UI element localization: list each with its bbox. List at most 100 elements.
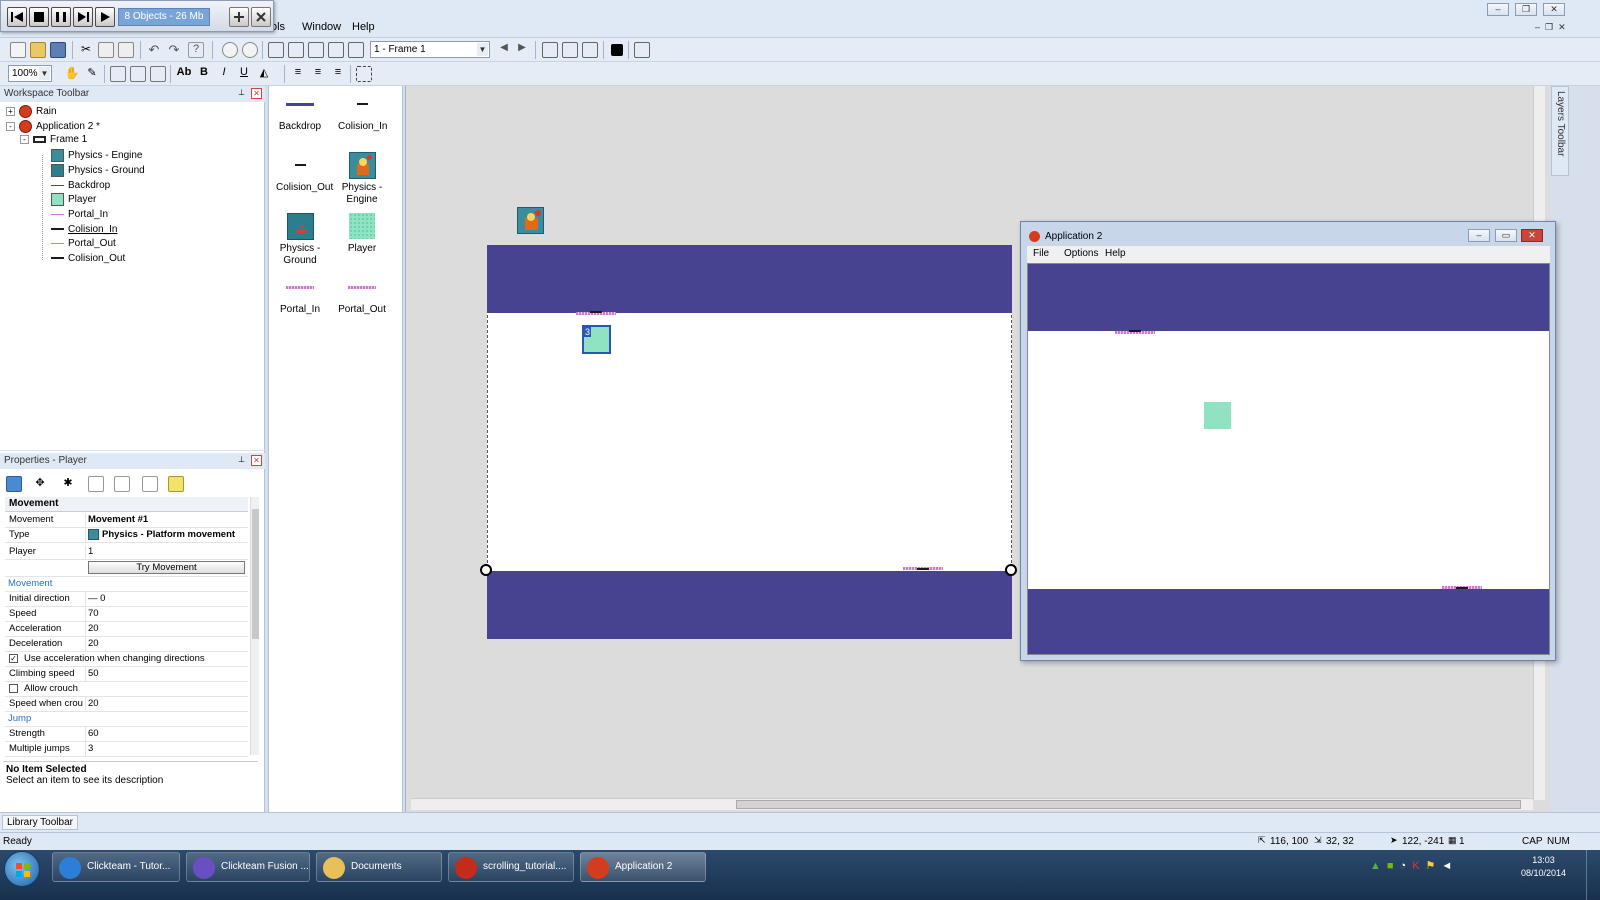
stop-button[interactable] [29,7,49,27]
checkbox[interactable] [9,683,18,693]
taskbar-item[interactable]: scrolling_tutorial.... [448,852,574,882]
restore-button[interactable]: ❐ [1515,3,1537,16]
backdrop-bottom[interactable] [487,571,1012,639]
expand-icon[interactable]: + [6,107,15,116]
pin-icon[interactable]: ⊥ [236,455,247,466]
nvidia-icon[interactable]: ■ [1387,860,1400,872]
new-icon[interactable] [10,42,26,58]
underline-icon[interactable]: U [236,66,252,82]
align-center-icon[interactable]: ≡ [310,66,326,82]
snap-icon[interactable] [130,66,146,82]
tab-movement-icon[interactable]: ✱ [60,476,76,492]
object-colision-out[interactable]: Colision_Out [269,151,333,194]
pin-icon[interactable]: ⊥ [236,88,247,99]
app-menu-options[interactable]: Options [1064,248,1098,259]
pause-button[interactable] [51,7,71,27]
bold-icon[interactable]: B [196,66,212,82]
network-icon[interactable]: ◔ [1400,860,1413,872]
taskbar-item[interactable]: Clickteam - Tutor... [52,852,180,882]
taskbar-item[interactable]: Clickteam Fusion ... [186,852,310,882]
app-menu-help[interactable]: Help [1105,248,1126,259]
tab-runtime-icon[interactable] [88,476,104,492]
property-row[interactable]: Allow crouch [5,682,248,697]
object-player[interactable]: Player [331,212,393,255]
app-game-view[interactable] [1027,263,1550,655]
property-value[interactable]: 20 [88,638,99,649]
tree-item-physics-ground[interactable]: Physics - Ground [51,163,145,177]
italic-icon[interactable]: I [216,66,232,82]
try-movement-button[interactable]: Try Movement [88,561,245,574]
storyboard-icon[interactable] [268,42,284,58]
debug-icon[interactable] [634,42,650,58]
copy-icon[interactable] [98,42,114,58]
open-icon[interactable] [30,42,46,58]
object-portal-in[interactable]: Portal_In [269,273,331,316]
align-left-icon[interactable]: ≡ [290,66,306,82]
app-close-button[interactable]: ✕ [1521,229,1543,242]
close-player-button[interactable] [251,7,271,27]
scrollbar-thumb[interactable] [252,509,259,639]
text-icon[interactable]: Ab [176,66,192,82]
property-row[interactable]: Player 1 [5,545,248,560]
clock[interactable]: 13:03 08/10/2014 [1521,854,1566,880]
colision-in[interactable] [590,311,602,313]
menu-help[interactable]: Help [352,21,375,33]
property-row[interactable]: Multiple jumps 3 [5,742,248,757]
flag-icon[interactable]: ⚑ [1426,860,1442,872]
tree-item-physics-engine[interactable]: Physics - Engine [51,149,142,163]
property-row[interactable]: Initial direction — 0 [5,592,248,607]
minimize-button[interactable]: ‒ [1487,3,1509,16]
close-icon[interactable]: ✕ [251,455,262,466]
property-row[interactable]: Try Movement [5,560,248,577]
run-frame-icon[interactable] [562,42,578,58]
align-grid-icon[interactable] [150,66,166,82]
property-value[interactable]: — 0 [88,593,105,604]
stop-icon[interactable] [611,44,623,56]
redo-icon[interactable]: ↷ [166,42,182,58]
tab-about-icon[interactable] [168,476,184,492]
tree-item-portal-in[interactable]: Portal_In [51,208,108,221]
hand-icon[interactable]: ✋ [64,66,80,82]
property-row[interactable]: Movement Movement #1 [5,513,248,528]
tab-size-icon[interactable]: ✥ [32,476,48,492]
property-value[interactable]: Movement #1 [88,514,148,525]
property-value[interactable]: Physics - Platform movement [88,529,235,540]
show-desktop-button[interactable] [1586,850,1600,900]
back-icon[interactable] [222,42,238,58]
app-maximize-button[interactable]: ▭ [1495,229,1517,242]
player-object[interactable]: 3 [582,325,611,354]
property-value[interactable]: 20 [88,698,99,709]
next-frame-icon[interactable]: ▶ [514,42,530,58]
previous-frame-icon[interactable]: ◀ [496,42,512,58]
object-portal-out[interactable]: Portal_Out [331,273,393,316]
resize-handle-right[interactable] [1005,564,1017,576]
add-button[interactable] [229,7,249,27]
app-menu-file[interactable]: File [1033,248,1049,259]
data-elements-icon[interactable] [348,42,364,58]
event-list-icon[interactable] [328,42,344,58]
run-application-icon[interactable] [542,42,558,58]
tree-item-portal-out[interactable]: Portal_Out [51,237,116,250]
collapse-icon[interactable]: - [20,135,29,145]
menu-window[interactable]: Window [302,21,341,33]
property-row[interactable]: Speed when crou 20 [5,697,248,712]
build-icon[interactable] [582,42,598,58]
close-button[interactable]: ✕ [1543,3,1565,16]
tree-item-application-2[interactable]: - Application 2 * [6,119,100,133]
frame-editor-icon[interactable] [288,42,304,58]
tab-values-icon[interactable] [114,476,130,492]
application-window[interactable]: Application 2 ‒ ▭ ✕ File Options Help [1020,221,1556,661]
grid-icon[interactable] [110,66,126,82]
tree-item-colision-in[interactable]: Colision_In [51,223,117,236]
layers-toolbar-tab[interactable]: Layers Toolbar [1551,86,1569,176]
object-backdrop[interactable]: Backdrop [269,90,331,133]
save-icon[interactable] [50,42,66,58]
tree-item-player[interactable]: Player [51,193,96,207]
step-button[interactable] [73,7,93,27]
property-value[interactable]: 20 [88,623,99,634]
property-value[interactable]: 70 [88,608,99,619]
forward-icon[interactable] [242,42,258,58]
event-editor-icon[interactable] [308,42,324,58]
property-row[interactable]: Strength 60 [5,727,248,742]
property-row[interactable]: Acceleration 20 [5,622,248,637]
